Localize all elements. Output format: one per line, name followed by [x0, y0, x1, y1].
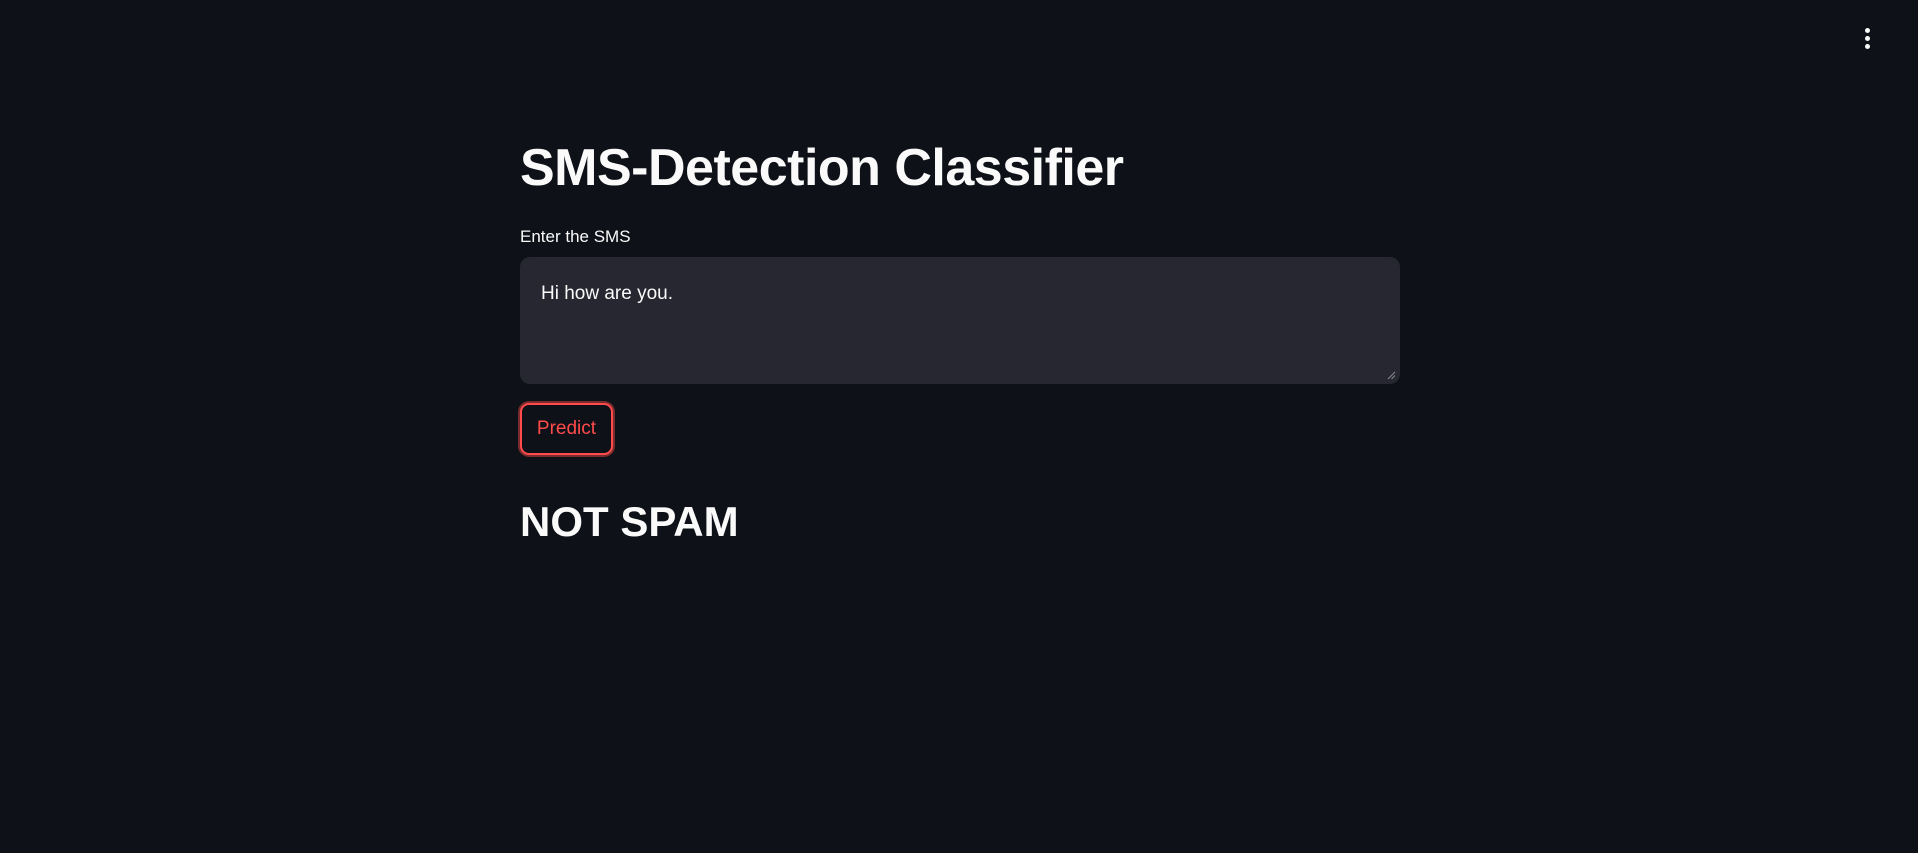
prediction-result: NOT SPAM — [520, 498, 739, 545]
main-menu-button[interactable] — [1856, 22, 1878, 54]
kebab-menu-icon-dot — [1864, 35, 1870, 41]
app-page: SMS-Detection Classifier Enter the SMS P… — [0, 0, 1918, 853]
predict-button[interactable]: Predict — [520, 403, 613, 455]
resize-handle-icon[interactable] — [1386, 370, 1396, 380]
kebab-menu-icon — [1864, 27, 1870, 33]
sms-textarea-container — [520, 257, 1400, 384]
sms-textarea[interactable] — [520, 257, 1400, 384]
kebab-menu-icon-dot — [1864, 43, 1870, 49]
page-title: SMS-Detection Classifier — [520, 139, 1124, 197]
sms-input-label: Enter the SMS — [520, 227, 631, 246]
